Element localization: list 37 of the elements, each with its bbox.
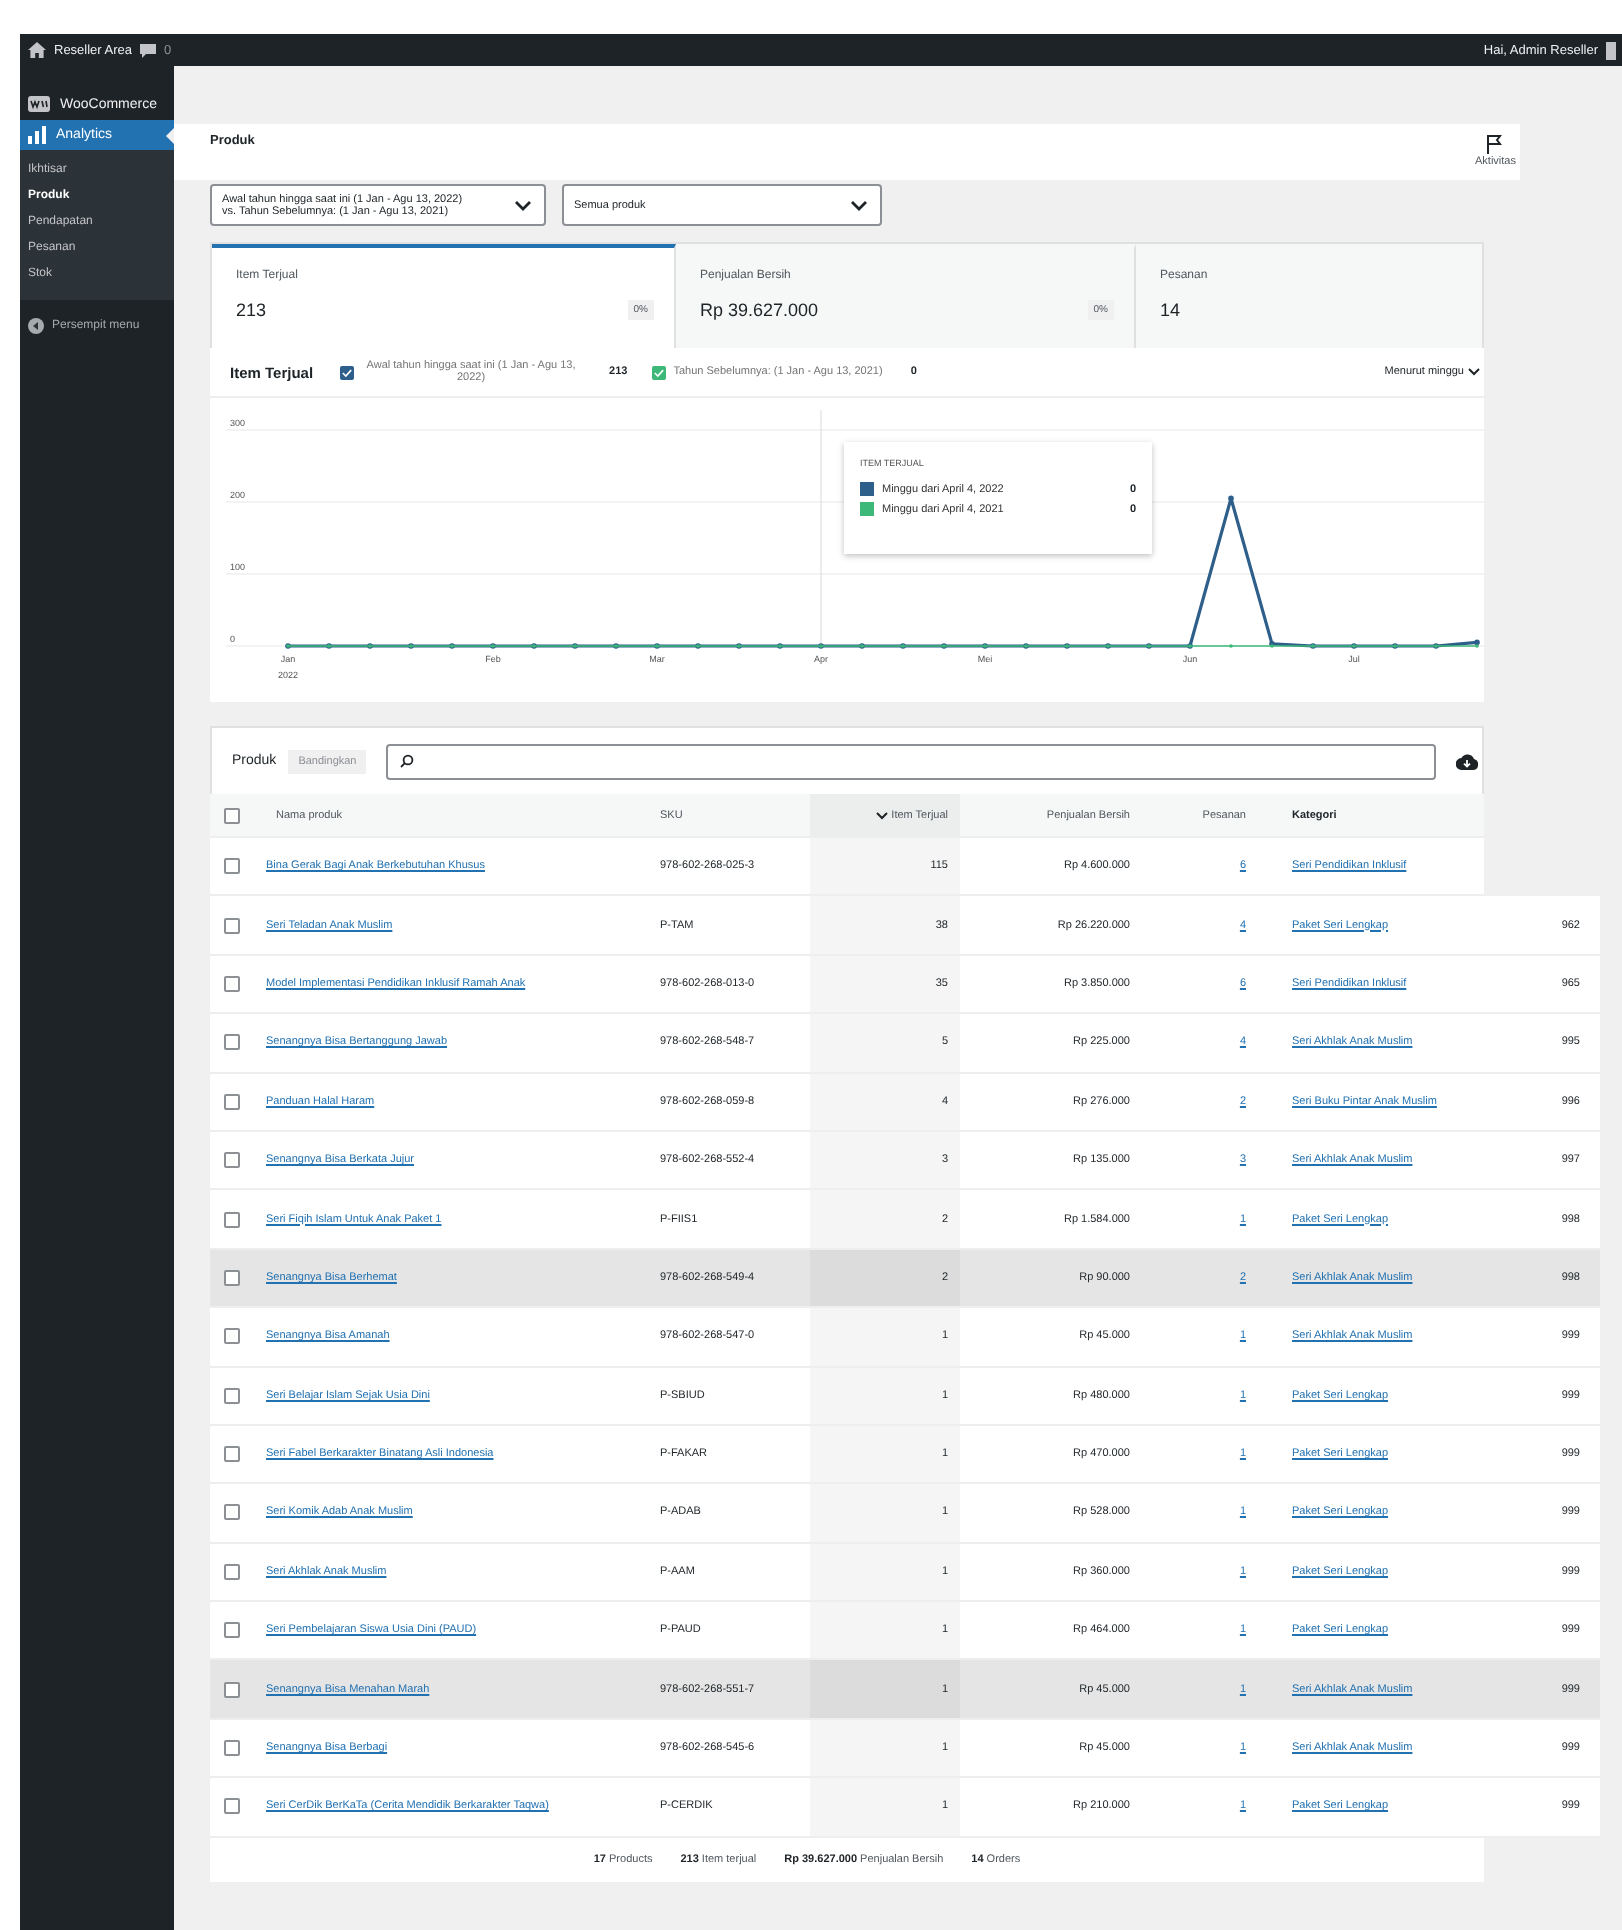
- avatar-icon[interactable]: [1606, 41, 1616, 59]
- chevron-down-icon: [514, 199, 532, 211]
- legend-checkbox[interactable]: [651, 365, 666, 379]
- row-checkbox[interactable]: [224, 1211, 240, 1228]
- row-checkbox[interactable]: [224, 975, 240, 992]
- row-checkbox[interactable]: [224, 1093, 240, 1110]
- sort-chevron-icon: [875, 811, 888, 819]
- row-checkbox[interactable]: [224, 1504, 240, 1521]
- card-value: 213: [236, 300, 267, 320]
- select-all-checkbox[interactable]: [224, 807, 240, 823]
- collapse-icon: [28, 318, 44, 334]
- row-checkbox[interactable]: [224, 917, 240, 934]
- download-cloud-icon[interactable]: [1456, 753, 1478, 769]
- flag-icon: [1486, 134, 1505, 154]
- row-checkbox[interactable]: [224, 858, 240, 875]
- row-checkbox[interactable]: [224, 1740, 240, 1757]
- row-checkbox[interactable]: [224, 1269, 240, 1286]
- bar-chart-icon: [28, 126, 46, 144]
- row-checkbox[interactable]: [224, 1034, 240, 1051]
- row-checkbox[interactable]: [224, 1152, 240, 1169]
- row-checkbox[interactable]: [224, 1622, 240, 1639]
- row-checkbox[interactable]: [224, 1387, 240, 1404]
- chevron-down-icon: [1468, 368, 1480, 376]
- card-value: Rp 39.627.000: [700, 300, 819, 320]
- row-checkbox[interactable]: [224, 1681, 240, 1698]
- home-icon[interactable]: [28, 42, 46, 58]
- row-checkbox[interactable]: [224, 1446, 240, 1463]
- woo-icon: [28, 96, 50, 114]
- row-checkbox[interactable]: [224, 1798, 240, 1815]
- search-field[interactable]: [386, 743, 1436, 779]
- row-checkbox[interactable]: [224, 1563, 240, 1580]
- chevron-down-icon: [850, 199, 868, 211]
- comment-icon[interactable]: [140, 43, 157, 57]
- legend-checkbox[interactable]: [339, 365, 354, 379]
- search-icon: [400, 754, 415, 768]
- card-value: 14: [1160, 300, 1181, 320]
- row-checkbox[interactable]: [224, 1328, 240, 1345]
